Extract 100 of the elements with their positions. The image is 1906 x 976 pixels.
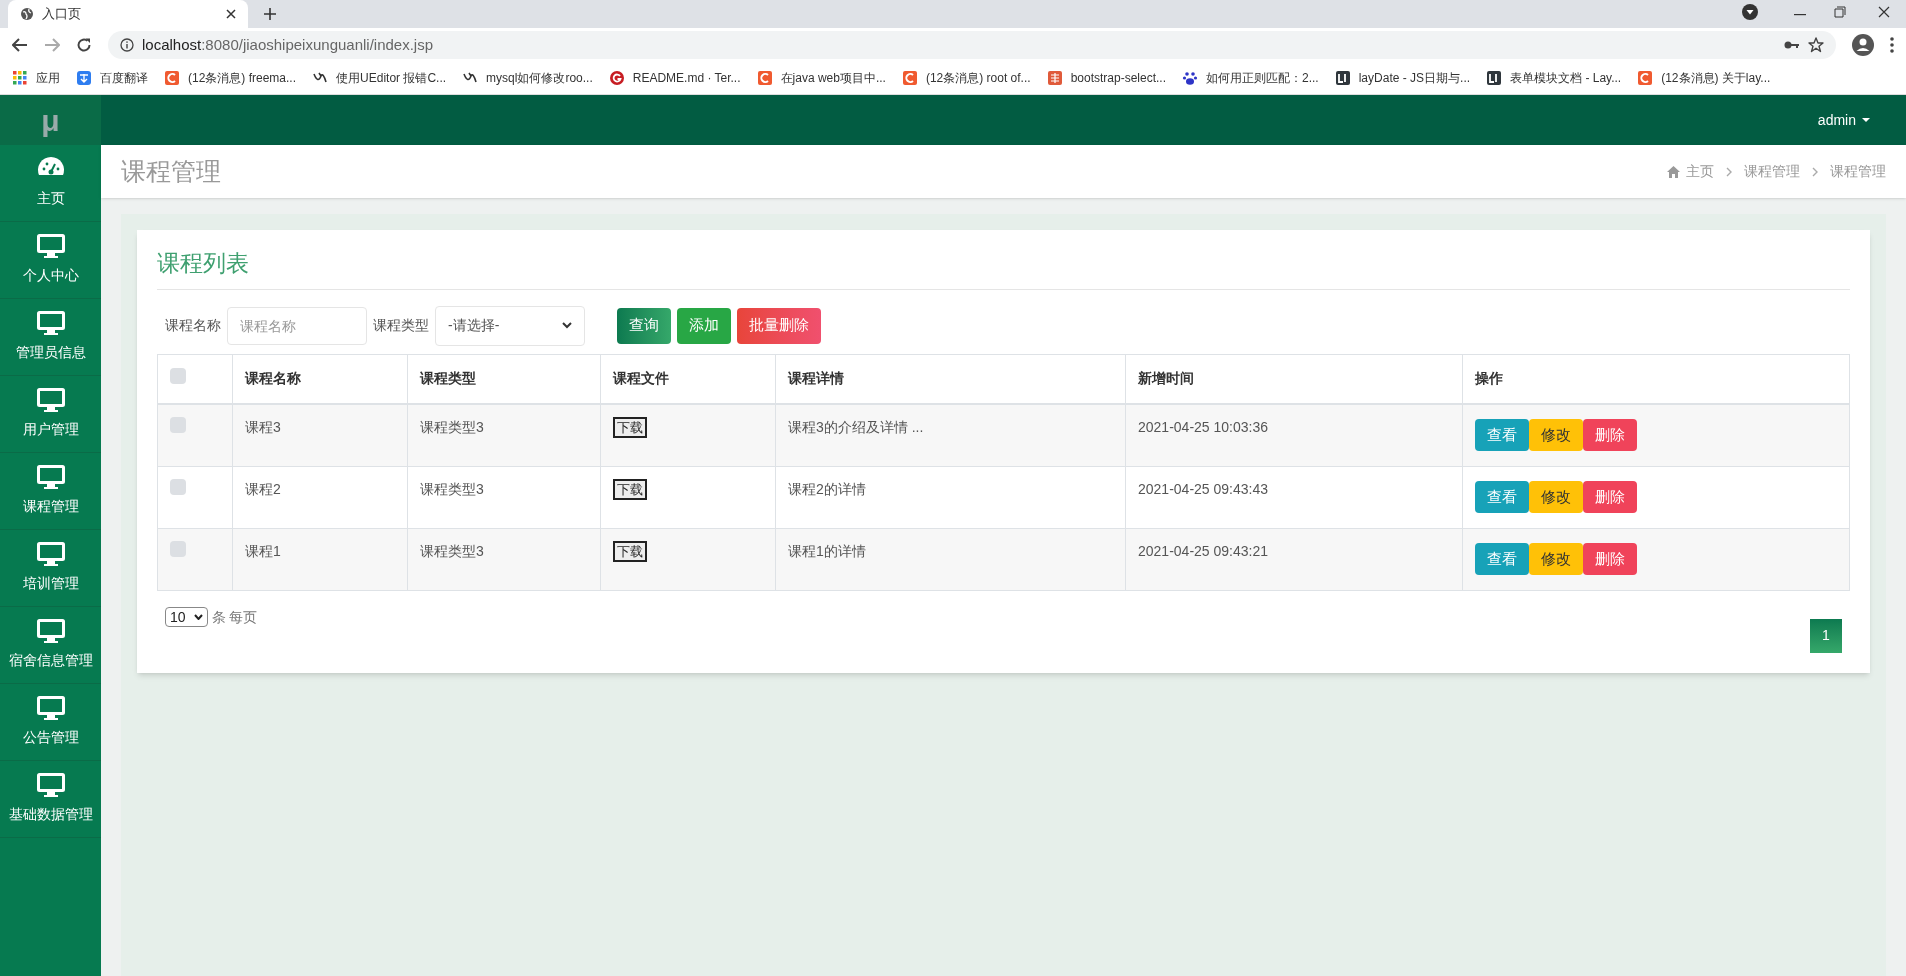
bookmark[interactable]: 应用: [12, 69, 60, 87]
url-text: localhost:8080/jiaoshipeixunguanli/index.jsp: [142, 34, 435, 55]
search-field[interactable]: 课程名称: [227, 306, 367, 345]
delete-button[interactable]: 删除: [1583, 481, 1637, 513]
c-letter-icon: [1637, 70, 1654, 86]
filter-label: 课程名称: [165, 316, 221, 335]
key-icon[interactable]: [1784, 40, 1800, 50]
download-button[interactable]: 下载: [613, 478, 647, 500]
more-icon[interactable]: [1890, 37, 1894, 53]
g-circle-icon: [608, 70, 625, 86]
c-letter-icon: [756, 70, 773, 86]
monitor-icon: [36, 618, 65, 643]
delete-button[interactable]: 删除: [1583, 543, 1637, 575]
close-window-icon[interactable]: [1878, 6, 1890, 18]
edit-button[interactable]: 修改: [1529, 419, 1583, 452]
caret-icon: [1862, 118, 1870, 122]
column-header: 新增时间: [1125, 354, 1463, 404]
download-button[interactable]: 下载: [613, 540, 647, 562]
account-icon[interactable]: [1852, 34, 1874, 56]
bookmark[interactable]: bootstrap-select...: [1046, 69, 1166, 87]
translate-icon: [76, 70, 92, 86]
c-letter-icon: [901, 70, 918, 86]
bookmark[interactable]: 在java web项目中...: [756, 69, 886, 87]
table-cell: 课程3: [245, 419, 281, 435]
bookmark[interactable]: (12条消息) 关于lay...: [1637, 69, 1771, 87]
search-button[interactable]: 查询: [617, 307, 671, 344]
bookmark[interactable]: layDate - JS日期与...: [1334, 69, 1471, 87]
edit-button[interactable]: 修改: [1529, 543, 1583, 575]
bookmark[interactable]: 百度翻译: [76, 69, 148, 87]
table-cell: 课程1的详情: [788, 542, 866, 559]
bookmark[interactable]: (12条消息) freema...: [164, 69, 297, 87]
bookmark[interactable]: 如何用正则匹配：2...: [1182, 69, 1319, 87]
reload-icon[interactable]: [76, 37, 92, 53]
table-cell: 课程2: [245, 480, 281, 497]
chevron-right-icon: [1812, 166, 1818, 177]
checkbox[interactable]: [170, 540, 186, 557]
table-cell: 课程1: [245, 542, 281, 559]
back-icon[interactable]: [12, 38, 28, 52]
monitor-icon: [36, 233, 65, 258]
table-cell: 课程类型3: [420, 480, 484, 497]
table-cell: 课程2的详情: [788, 480, 866, 497]
page-size-select[interactable]: 10: [165, 607, 208, 627]
globe-icon: [20, 7, 34, 21]
card-title: 课程列表: [157, 250, 249, 276]
column-header: 课程名称: [232, 354, 408, 404]
monitor-icon: [36, 695, 65, 720]
new-tab-icon[interactable]: [264, 8, 276, 20]
c-letter-icon: [164, 70, 180, 86]
monitor-icon: [36, 310, 65, 335]
info-icon: [120, 38, 134, 52]
user-menu[interactable]: admin: [1817, 109, 1870, 131]
browser-tab[interactable]: 入口页: [8, 0, 248, 28]
paw-icon: [1182, 70, 1198, 86]
profile-menu-icon[interactable]: [1742, 4, 1758, 20]
edit-button[interactable]: 修改: [1529, 481, 1583, 513]
bookmark[interactable]: 使用UEditor 报错C...: [312, 69, 447, 87]
minimize-icon[interactable]: [1794, 14, 1806, 16]
address-bar[interactable]: localhost:8080/jiaoshipeixunguanli/index.jsp: [108, 31, 1836, 59]
filter-label: 课程类型: [373, 316, 429, 335]
bookmark-star-icon[interactable]: [1808, 37, 1824, 53]
dark-square-icon: [1334, 70, 1351, 86]
page-size-label: 条 每页: [211, 607, 258, 627]
bookmark[interactable]: 表单模块文档 - Lay...: [1486, 69, 1622, 87]
checkbox[interactable]: [170, 367, 186, 384]
tab-title: 入口页: [42, 5, 82, 24]
chevron-down-icon: [193, 614, 203, 620]
bookmark[interactable]: README.md · Ter...: [608, 69, 741, 87]
dark-square-icon: [1486, 70, 1503, 86]
restore-icon[interactable]: [1834, 6, 1846, 18]
table-cell: 课程3的介绍及详情 ...: [788, 419, 924, 435]
monitor-icon: [36, 387, 65, 412]
column-header: 课程类型: [407, 354, 601, 404]
table-cell: 课程类型3: [420, 542, 484, 559]
chevron-right-icon: [1726, 166, 1732, 177]
bookmark[interactable]: mysql如何修改roo...: [462, 69, 593, 87]
monitor-icon: [36, 464, 65, 489]
checkbox[interactable]: [170, 417, 186, 433]
monitor-icon: [36, 772, 65, 797]
chevron-down-icon: [562, 322, 572, 329]
table-cell: 2021-04-25 09:43:21: [1138, 542, 1268, 559]
page-button[interactable]: 1: [1810, 618, 1842, 653]
bookmark[interactable]: (12条消息) root of...: [901, 69, 1031, 87]
column-header: 操作: [1462, 354, 1850, 404]
apps-icon: [12, 70, 28, 86]
checkbox[interactable]: [170, 478, 186, 495]
table-cell: 课程类型3: [420, 419, 484, 435]
download-button[interactable]: 下载: [613, 417, 647, 438]
grid-square-icon: [1046, 70, 1063, 86]
logo-text: μ: [41, 102, 60, 139]
page-title: 课程管理: [121, 155, 222, 187]
delete-button[interactable]: 批量删除: [737, 307, 821, 344]
column-header: 课程详情: [775, 354, 1126, 404]
table-cell: 2021-04-25 09:43:43: [1138, 480, 1268, 497]
type-select[interactable]: -请选择-: [435, 305, 585, 346]
column-header: 课程文件: [600, 354, 776, 404]
table-cell: 2021-04-25 10:03:36: [1138, 419, 1268, 435]
close-tab-icon[interactable]: [226, 9, 236, 19]
home-icon: [1667, 165, 1680, 178]
delete-button[interactable]: 删除: [1583, 419, 1637, 452]
monitor-icon: [36, 541, 65, 566]
